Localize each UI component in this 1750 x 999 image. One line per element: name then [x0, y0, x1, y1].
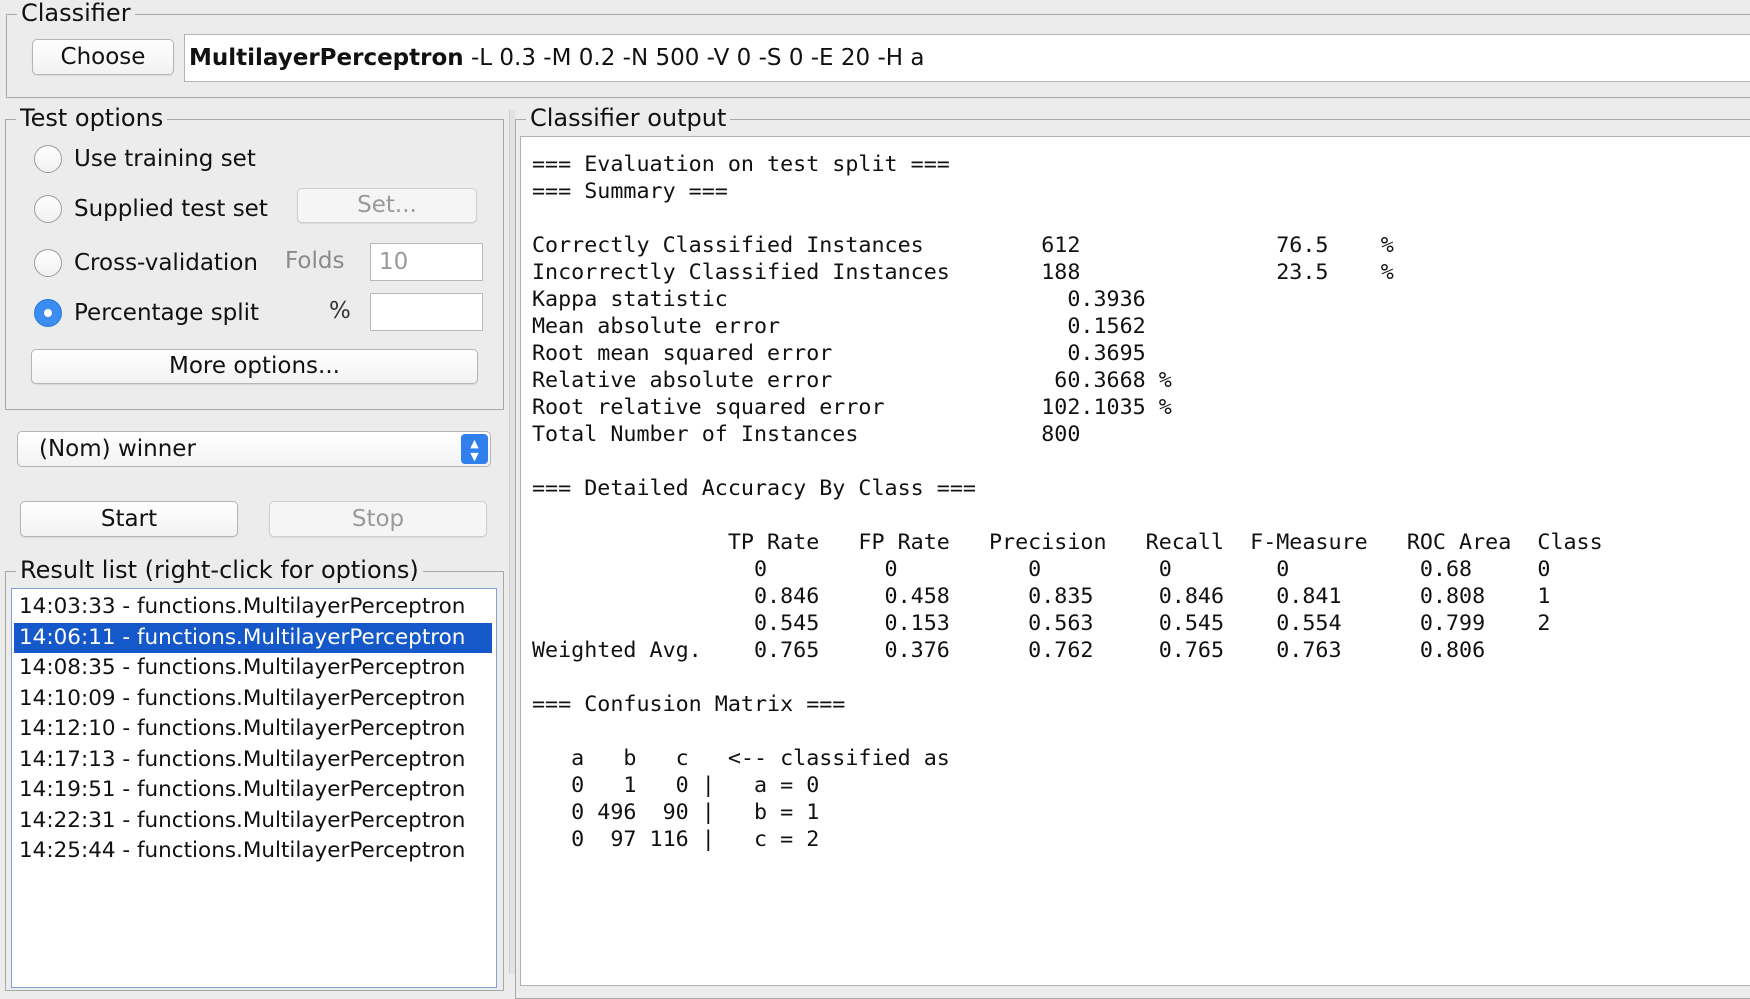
output-line: Total Number of Instances 800 [532, 422, 1081, 447]
output-line: Root relative squared error 102.1035 % [532, 395, 1172, 420]
folds-input[interactable]: 10 [370, 243, 483, 281]
classifier-options: -L 0.3 -M 0.2 -N 500 -V 0 -S 0 -E 20 -H … [463, 45, 925, 71]
result-list-item[interactable]: 14:10:09 - functions.MultilayerPerceptro… [14, 684, 492, 714]
class-attribute-value: (Nom) winner [39, 436, 196, 462]
output-line: 0 1 0 | a = 0 [532, 773, 820, 798]
radio-supplied-test-set[interactable]: Supplied test set [34, 192, 268, 226]
result-list-item-selected[interactable]: 14:06:11 - functions.MultilayerPerceptro… [14, 623, 492, 653]
classifier-panel-title: Classifier [17, 0, 135, 27]
result-list-item[interactable]: 14:17:13 - functions.MultilayerPerceptro… [14, 745, 492, 775]
result-list-item[interactable]: 14:22:31 - functions.MultilayerPerceptro… [14, 806, 492, 836]
output-line: Incorrectly Classified Instances 188 23.… [532, 260, 1394, 285]
percent-label: % [329, 298, 351, 324]
output-line: Relative absolute error 60.3668 % [532, 368, 1172, 393]
output-line: === Detailed Accuracy By Class === [532, 476, 976, 501]
output-line: Correctly Classified Instances 612 76.5 … [532, 233, 1394, 258]
output-line: === Evaluation on test split === [532, 152, 950, 177]
classifier-panel: Classifier Choose MultilayerPerceptron -… [6, 0, 1750, 98]
output-line: 0.846 0.458 0.835 0.846 0.841 0.808 1 [532, 584, 1551, 609]
output-line: 0.545 0.153 0.563 0.545 0.554 0.799 2 [532, 611, 1551, 636]
radio-label: Supplied test set [74, 196, 268, 222]
set-test-set-button[interactable]: Set... [297, 188, 477, 223]
output-line: a b c <-- classified as [532, 746, 950, 771]
output-line: === Confusion Matrix === [532, 692, 846, 717]
classifier-name: MultilayerPerceptron [189, 45, 464, 71]
result-list-item[interactable]: 14:08:35 - functions.MultilayerPerceptro… [14, 653, 492, 683]
radio-label: Cross-validation [74, 250, 258, 276]
result-list-item[interactable]: 14:12:10 - functions.MultilayerPerceptro… [14, 714, 492, 744]
more-options-button[interactable]: More options... [31, 349, 478, 384]
output-line: TP Rate FP Rate Precision Recall F-Measu… [532, 530, 1603, 555]
output-line: Weighted Avg. 0.765 0.376 0.762 0.765 0.… [532, 638, 1486, 663]
result-list[interactable]: 14:03:33 - functions.MultilayerPerceptro… [11, 588, 497, 988]
output-line: === Summary === [532, 179, 728, 204]
radio-label: Use training set [74, 146, 256, 172]
classifier-output-text[interactable]: === Evaluation on test split === === Summ… [520, 136, 1750, 986]
result-list-item[interactable]: 14:03:33 - functions.MultilayerPerceptro… [14, 592, 492, 622]
folds-label: Folds [285, 248, 345, 274]
classifier-output-title: Classifier output [526, 104, 731, 132]
start-button[interactable]: Start [20, 501, 238, 537]
percentage-split-input[interactable] [370, 293, 483, 331]
radio-button-selected-icon [34, 299, 62, 327]
classifier-config-field[interactable]: MultilayerPerceptron -L 0.3 -M 0.2 -N 50… [184, 34, 1750, 82]
result-list-item[interactable]: 14:25:44 - functions.MultilayerPerceptro… [14, 836, 492, 866]
class-attribute-select[interactable]: (Nom) winner ▲ ▼ [17, 431, 491, 467]
output-line: Mean absolute error 0.1562 [532, 314, 1146, 339]
output-line: 0 0 0 0 0 0.68 0 [532, 557, 1551, 582]
choose-classifier-button[interactable]: Choose [32, 39, 174, 75]
radio-cross-validation[interactable]: Cross-validation [34, 246, 258, 280]
radio-button-icon [34, 195, 62, 223]
test-options-title: Test options [16, 104, 168, 132]
radio-button-icon [34, 249, 62, 277]
select-stepper-icon: ▲ ▼ [461, 434, 488, 464]
result-list-title: Result list (right-click for options) [16, 556, 423, 584]
output-line: Root mean squared error 0.3695 [532, 341, 1146, 366]
stop-button[interactable]: Stop [269, 501, 487, 537]
radio-button-icon [34, 145, 62, 173]
radio-percentage-split[interactable]: Percentage split [34, 296, 259, 330]
radio-use-training-set[interactable]: Use training set [34, 142, 256, 176]
output-line: Kappa statistic 0.3936 [532, 287, 1146, 312]
result-list-item[interactable]: 14:19:51 - functions.MultilayerPerceptro… [14, 775, 492, 805]
radio-label: Percentage split [74, 300, 260, 326]
output-line: 0 97 116 | c = 2 [532, 827, 820, 852]
output-line: 0 496 90 | b = 1 [532, 800, 820, 825]
